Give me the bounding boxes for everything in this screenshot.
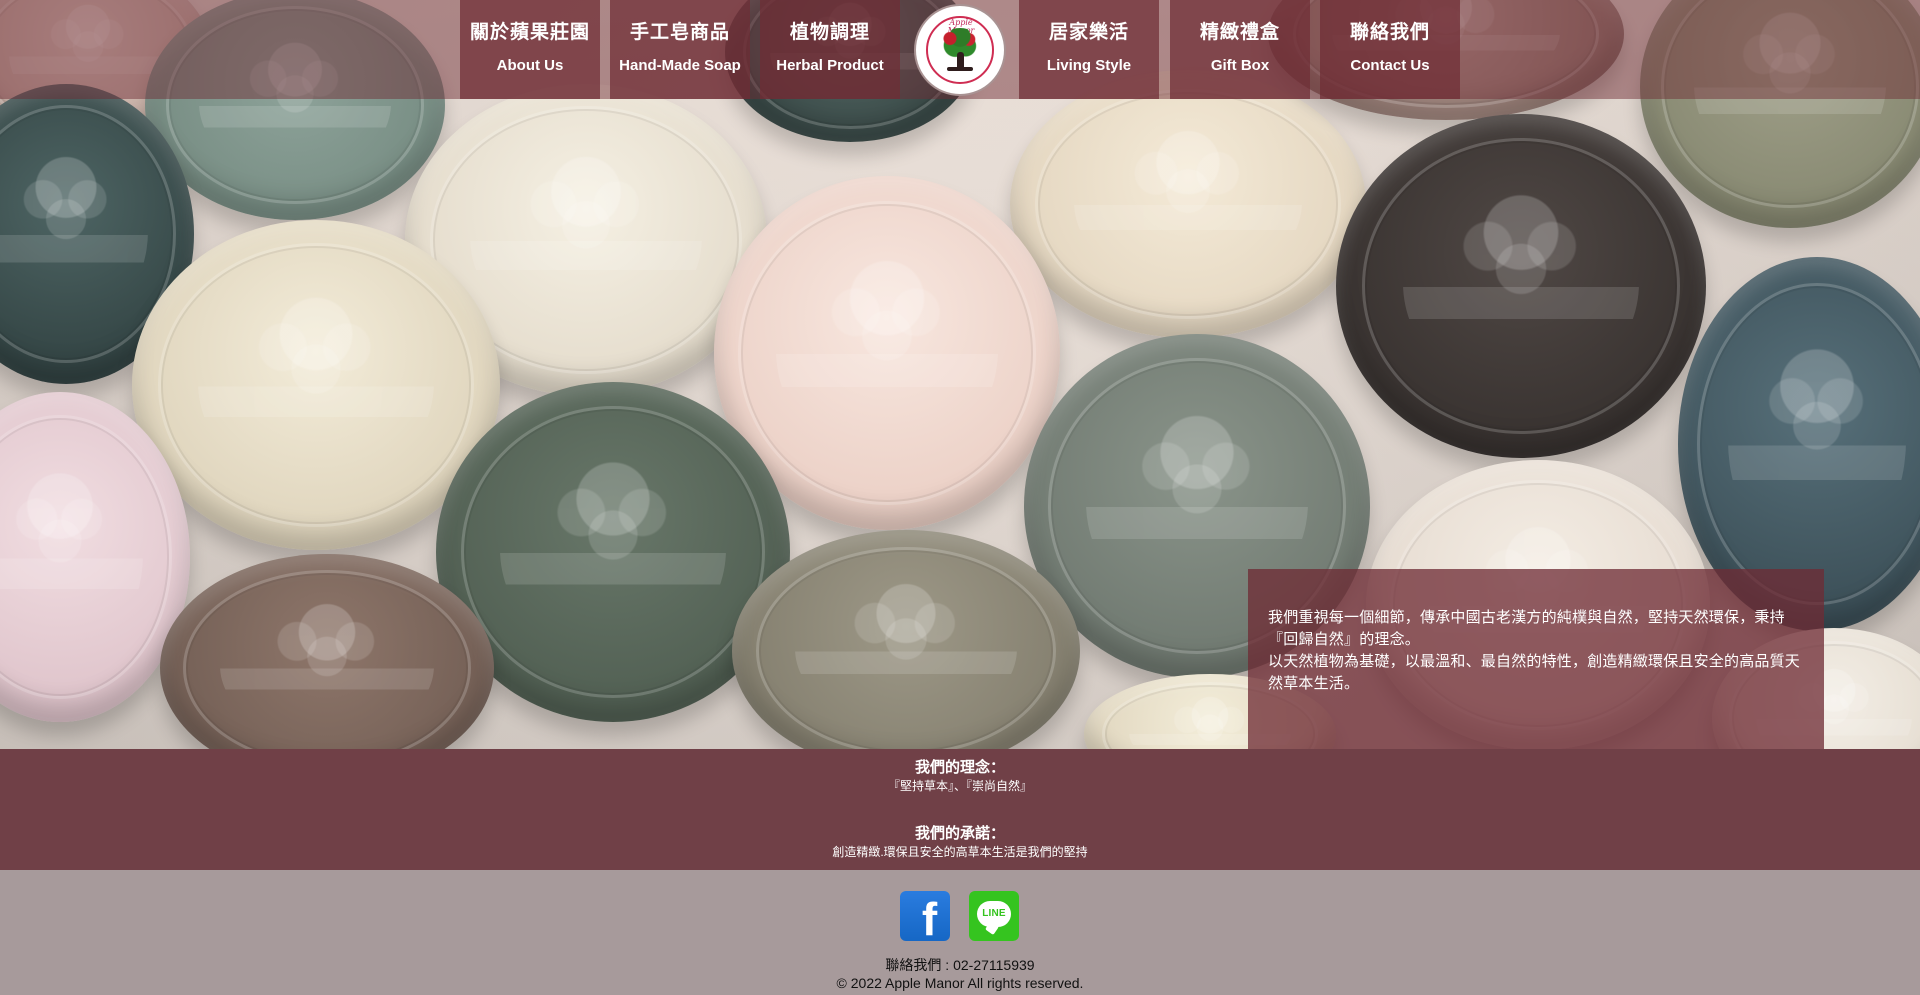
footer-copyright-text: © 2022 Apple Manor All rights reserved. xyxy=(836,975,1084,991)
line-icon-label: LINE xyxy=(982,908,1006,919)
nav-item-living-style-zh: 居家樂活 xyxy=(1048,22,1129,43)
facebook-icon-name: facebook-icon xyxy=(925,891,926,892)
top-navigation: 關於蘋果莊園 About Us 手工皂商品 Hand-Made Soap 植物調… xyxy=(0,0,1920,99)
mission-section: 我們的理念： 『堅持草本』、『崇尚自然』 我們的承諾： 創造精緻.環保且安全的高… xyxy=(0,749,1920,870)
nav-item-about-us-zh: 關於蘋果莊園 xyxy=(469,22,590,43)
site-logo: Apple Manor xyxy=(926,16,994,84)
nav-item-living-style[interactable]: 居家樂活 Living Style xyxy=(1019,0,1159,99)
nav-item-about-us-en: About Us xyxy=(496,57,564,74)
nav-item-gift-box-zh: 精緻禮盒 xyxy=(1199,22,1280,43)
facebook-icon: f xyxy=(921,893,938,941)
facebook-link[interactable]: facebook-icon f xyxy=(900,891,950,941)
brand-description-paragraph-2: 以天然植物為基礎，以最溫和、最自然的特性，創造精緻環保且安全的高品質天然草本生活… xyxy=(1268,653,1801,692)
footer-contact-text: 聯絡我們 : 02-27115939 xyxy=(885,957,1035,973)
promise-text: 創造精緻.環保且安全的高草本生活是我們的堅持 xyxy=(832,845,1088,859)
promise-block: 我們的承諾： 創造精緻.環保且安全的高草本生活是我們的堅持 xyxy=(0,825,1920,860)
nav-item-herbal-product-zh: 植物調理 xyxy=(789,22,870,43)
nav-item-hand-made-soap[interactable]: 手工皂商品 Hand-Made Soap xyxy=(610,0,750,99)
nav-item-contact-us-en: Contact Us xyxy=(1350,57,1430,74)
site-logo-link[interactable]: Apple Manor xyxy=(914,4,1006,96)
nav-item-contact-us[interactable]: 聯絡我們 Contact Us xyxy=(1320,0,1460,99)
brand-description-card: 我們重視每一個細節，傳承中國古老漢方的純樸與自然，堅持天然環保，秉持『回歸自然』… xyxy=(1248,569,1824,749)
tree-base-icon xyxy=(947,67,973,71)
philosophy-block: 我們的理念： 『堅持草本』、『崇尚自然』 xyxy=(0,759,1920,794)
nav-item-contact-us-zh: 聯絡我們 xyxy=(1349,22,1430,43)
nav-item-herbal-product-en: Herbal Product xyxy=(776,57,884,74)
philosophy-text: 『堅持草本』、『崇尚自然』 xyxy=(887,779,1032,793)
hero-banner: 關於蘋果莊園 About Us 手工皂商品 Hand-Made Soap 植物調… xyxy=(0,0,1920,749)
nav-item-gift-box[interactable]: 精緻禮盒 Gift Box xyxy=(1170,0,1310,99)
brand-description-paragraph-1: 我們重視每一個細節，傳承中國古老漢方的純樸與自然，堅持天然環保，秉持『回歸自然』… xyxy=(1268,609,1785,648)
nav-item-herbal-product[interactable]: 植物調理 Herbal Product xyxy=(760,0,900,99)
nav-item-gift-box-en: Gift Box xyxy=(1210,57,1270,74)
philosophy-heading: 我們的理念： xyxy=(914,759,1005,776)
line-icon-name: line-icon xyxy=(994,891,995,892)
nav-item-about-us[interactable]: 關於蘋果莊園 About Us xyxy=(460,0,600,99)
nav-item-hand-made-soap-en: Hand-Made Soap xyxy=(619,57,741,74)
soap-bar-6 xyxy=(1010,70,1366,338)
home-page: 關於蘋果莊園 About Us 手工皂商品 Hand-Made Soap 植物調… xyxy=(0,0,1920,995)
soap-bar-11 xyxy=(1336,114,1706,458)
site-footer: facebook-icon f line-icon LINE 聯絡我們 : 02… xyxy=(0,870,1920,995)
promise-heading: 我們的承諾： xyxy=(914,825,1005,842)
nav-item-hand-made-soap-zh: 手工皂商品 xyxy=(629,22,730,43)
line-icon: LINE xyxy=(977,901,1011,927)
nav-item-living-style-en: Living Style xyxy=(1046,57,1132,74)
line-link[interactable]: line-icon LINE xyxy=(969,891,1019,941)
